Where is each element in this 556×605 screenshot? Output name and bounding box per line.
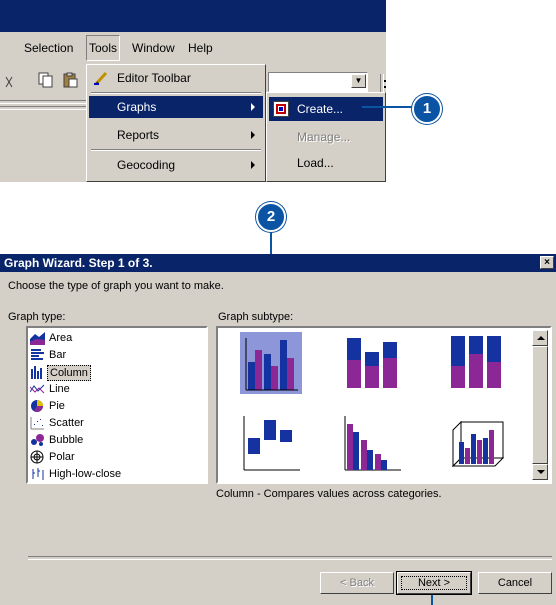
list-item-label: Bubble [49,434,84,446]
copy-icon[interactable] [38,72,54,88]
menu-item-reports[interactable]: Reports [89,124,263,146]
subtype-column-with-depth[interactable] [341,410,403,472]
menu-item-label: Editor Toolbar [117,71,191,85]
line-chart-icon [30,384,45,394]
list-item-label: Area [49,332,73,344]
menu-item-create[interactable]: Create... [269,97,383,121]
callout-1: 1 [412,94,442,124]
subtype-clustered-column[interactable] [240,332,302,394]
menu-item-load[interactable]: Load... [269,151,383,175]
dialog-title-bar: Graph Wizard. Step 1 of 3. × [0,254,556,272]
menu-separator [91,92,261,94]
subtype-description: Column - Compares values across categori… [216,488,442,500]
chevron-down-icon [537,470,545,474]
scroll-thumb[interactable] [532,346,548,464]
toolbar-divider [0,100,86,104]
scatter-chart-icon [30,417,44,430]
list-item-label: Pie [49,400,65,412]
bar-chart-icon [31,349,44,360]
chevron-up-icon [537,336,545,340]
toolbar-grip [384,86,386,88]
focus-rect [401,576,467,590]
menu-item-label: Graphs [117,100,157,114]
menu-item-manage[interactable]: Manage... [269,125,383,149]
toolbar-grip [384,80,386,82]
menu-tools[interactable]: Tools [86,35,121,61]
menu-item-label: Manage... [297,130,351,144]
menu-item-graphs[interactable]: Graphs [89,96,263,118]
list-item-label: High-low-close [49,468,122,480]
callout-leader-line [431,595,433,605]
list-item-label: Polar [49,451,75,463]
menu-selection[interactable]: Selection [24,41,73,55]
scroll-up-button[interactable] [532,330,548,346]
dropdown-arrow-icon[interactable]: ▼ [351,74,366,88]
area-chart-icon [30,332,45,345]
menu-bar: Selection Tools Window Help [0,32,386,64]
graph-subtype-gallery[interactable] [216,326,552,484]
toolbar-divider [0,106,86,110]
list-item-label: Column [47,365,91,381]
menu-item-editor-toolbar[interactable]: Editor Toolbar [89,67,263,89]
app-title-bar [0,0,386,32]
dialog-title: Graph Wizard. Step 1 of 3. [4,256,153,270]
callout-2: 2 [256,202,286,232]
submenu-arrow-icon [251,131,255,139]
layer-combo-box[interactable]: ▼ [268,72,368,92]
menu-item-label: Reports [117,128,160,142]
editor-pencil-icon [94,71,108,86]
subtype-3d-column[interactable] [445,410,507,472]
list-item-label: Bar [49,349,67,361]
menu-item-label: Create... [297,102,344,116]
menu-item-label: Geocoding [117,158,176,172]
menu-separator [91,149,261,151]
pie-chart-icon [31,400,43,412]
subtype-floating-column[interactable] [240,410,302,472]
scroll-down-button[interactable] [532,464,548,480]
gallery-scrollbar[interactable] [532,330,548,480]
paste-icon[interactable] [62,72,78,88]
graph-type-label: Graph type: [8,311,66,323]
create-graph-icon [273,101,289,117]
graph-subtype-label: Graph subtype: [218,311,294,323]
graph-type-list[interactable]: Area Bar Column Line Pie Scatter Bubble … [26,326,208,484]
submenu-arrow-icon [251,161,255,169]
menu-item-geocoding[interactable]: Geocoding [89,154,263,176]
list-item-label: Scatter [49,417,84,429]
high-low-close-chart-icon [32,468,44,480]
bubble-chart-icon [31,434,44,446]
column-chart-icon [31,366,42,379]
tools-menu: Editor Toolbar Graphs Reports Geocoding [86,64,266,182]
cancel-button[interactable]: Cancel [478,572,552,594]
subtype-100-stacked-column[interactable] [445,332,507,394]
graph-wizard-dialog: Graph Wizard. Step 1 of 3. × Choose the … [0,254,556,605]
dialog-divider [28,556,552,560]
list-item-label: Line [49,383,70,395]
submenu-arrow-icon [251,103,255,111]
cut-icon[interactable] [2,75,18,91]
menu-window[interactable]: Window [132,41,175,55]
back-button[interactable]: < Back [320,572,394,594]
callout-leader-line [362,106,412,108]
subtype-stacked-column[interactable] [341,332,403,394]
dialog-prompt: Choose the type of graph you want to mak… [8,280,224,292]
menu-help[interactable]: Help [188,41,213,55]
next-button[interactable]: Next > [396,571,472,595]
close-icon[interactable]: × [540,256,554,269]
menu-item-label: Load... [297,156,334,170]
polar-chart-icon [30,450,44,464]
